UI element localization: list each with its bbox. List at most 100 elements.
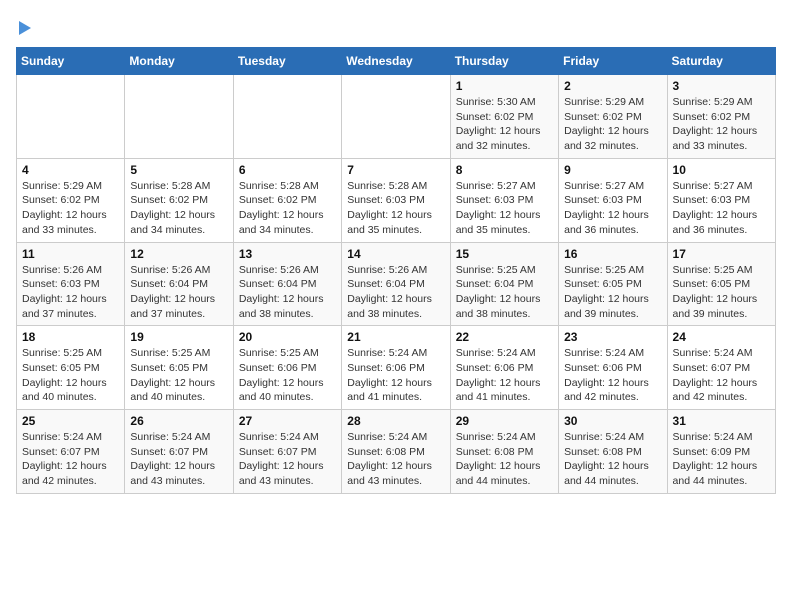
calendar-cell: 7Sunrise: 5:28 AM Sunset: 6:03 PM Daylig… (342, 158, 450, 242)
day-info: Sunrise: 5:26 AM Sunset: 6:04 PM Dayligh… (130, 263, 227, 322)
day-number: 10 (673, 163, 770, 177)
day-number: 25 (22, 414, 119, 428)
calendar-cell: 23 Sunrise: 5:24 AM Sunset: 6:06 PM Dayli… (559, 326, 667, 410)
day-info: Sunrise: 5:25 AM Sunset: 6:06 PM Dayligh… (239, 346, 336, 405)
day-number: 27 (239, 414, 336, 428)
calendar-cell: 12 Sunrise: 5:26 AM Sunset: 6:04 PM Dayli… (125, 242, 233, 326)
calendar-cell: 16 Sunrise: 5:25 AM Sunset: 6:05 PM Dayli… (559, 242, 667, 326)
day-number: 31 (673, 414, 770, 428)
day-info: Sunrise: 5:28 AM Sunset: 6:02 PM Dayligh… (239, 179, 336, 238)
day-info: Sunrise: 5:28 AM Sunset: 6:02 PM Dayligh… (130, 179, 227, 238)
calendar-cell: 19 Sunrise: 5:25 AM Sunset: 6:05 PM Dayli… (125, 326, 233, 410)
day-info: Sunrise: 5:24 AM Sunset: 6:07 PM Dayligh… (239, 430, 336, 489)
calendar-cell: 27 Sunrise: 5:24 AM Sunset: 6:07 PM Dayli… (233, 410, 341, 494)
calendar-cell: 29 Sunrise: 5:24 AM Sunset: 6:08 PM Dayli… (450, 410, 558, 494)
day-number: 3 (673, 79, 770, 93)
calendar-cell: 5 Sunrise: 5:28 AM Sunset: 6:02 PM Daylig… (125, 158, 233, 242)
day-info: Sunrise: 5:26 AM Sunset: 6:04 PM Dayligh… (239, 263, 336, 322)
calendar-cell: 9 Sunrise: 5:27 AM Sunset: 6:03 PM Daylig… (559, 158, 667, 242)
day-number: 23 (564, 330, 661, 344)
day-number: 26 (130, 414, 227, 428)
day-info: Sunrise: 5:24 AM Sunset: 6:07 PM Dayligh… (130, 430, 227, 489)
day-info: Sunrise: 5:26 AM Sunset: 6:03 PM Dayligh… (22, 263, 119, 322)
day-info: Sunrise: 5:25 AM Sunset: 6:05 PM Dayligh… (130, 346, 227, 405)
calendar-cell: 21 Sunrise: 5:24 AM Sunset: 6:06 PM Dayli… (342, 326, 450, 410)
day-number: 7 (347, 163, 444, 177)
day-number: 29 (456, 414, 553, 428)
day-info: Sunrise: 5:25 AM Sunset: 6:05 PM Dayligh… (564, 263, 661, 322)
logo (16, 16, 31, 37)
day-number: 16 (564, 247, 661, 261)
day-info: Sunrise: 5:24 AM Sunset: 6:07 PM Dayligh… (673, 346, 770, 405)
weekday-header-thursday: Thursday (450, 48, 558, 75)
calendar-cell: 25 Sunrise: 5:24 AM Sunset: 6:07 PM Dayli… (17, 410, 125, 494)
calendar-cell: 2 Sunrise: 5:29 AM Sunset: 6:02 PM Daylig… (559, 75, 667, 159)
calendar-cell: 17Sunrise: 5:25 AM Sunset: 6:05 PM Dayli… (667, 242, 775, 326)
day-number: 8 (456, 163, 553, 177)
day-number: 12 (130, 247, 227, 261)
day-number: 2 (564, 79, 661, 93)
calendar-cell (233, 75, 341, 159)
calendar-cell: 11 Sunrise: 5:26 AM Sunset: 6:03 PM Dayli… (17, 242, 125, 326)
day-info: Sunrise: 5:27 AM Sunset: 6:03 PM Dayligh… (456, 179, 553, 238)
calendar-week-row: 4 Sunrise: 5:29 AM Sunset: 6:02 PM Daylig… (17, 158, 776, 242)
calendar-week-row: 18Sunrise: 5:25 AM Sunset: 6:05 PM Dayli… (17, 326, 776, 410)
calendar-cell: 28Sunrise: 5:24 AM Sunset: 6:08 PM Dayli… (342, 410, 450, 494)
day-number: 9 (564, 163, 661, 177)
weekday-header-saturday: Saturday (667, 48, 775, 75)
day-info: Sunrise: 5:27 AM Sunset: 6:03 PM Dayligh… (673, 179, 770, 238)
day-info: Sunrise: 5:24 AM Sunset: 6:06 PM Dayligh… (347, 346, 444, 405)
day-info: Sunrise: 5:24 AM Sunset: 6:09 PM Dayligh… (673, 430, 770, 489)
calendar-cell: 24 Sunrise: 5:24 AM Sunset: 6:07 PM Dayli… (667, 326, 775, 410)
calendar-week-row: 11 Sunrise: 5:26 AM Sunset: 6:03 PM Dayli… (17, 242, 776, 326)
calendar-cell: 15Sunrise: 5:25 AM Sunset: 6:04 PM Dayli… (450, 242, 558, 326)
weekday-header-sunday: Sunday (17, 48, 125, 75)
calendar-cell: 4 Sunrise: 5:29 AM Sunset: 6:02 PM Daylig… (17, 158, 125, 242)
calendar-cell: 10 Sunrise: 5:27 AM Sunset: 6:03 PM Dayli… (667, 158, 775, 242)
calendar-table: SundayMondayTuesdayWednesdayThursdayFrid… (16, 47, 776, 494)
day-info: Sunrise: 5:29 AM Sunset: 6:02 PM Dayligh… (564, 95, 661, 154)
day-info: Sunrise: 5:29 AM Sunset: 6:02 PM Dayligh… (673, 95, 770, 154)
day-info: Sunrise: 5:24 AM Sunset: 6:06 PM Dayligh… (456, 346, 553, 405)
calendar-cell: 3 Sunrise: 5:29 AM Sunset: 6:02 PM Daylig… (667, 75, 775, 159)
day-number: 17 (673, 247, 770, 261)
day-info: Sunrise: 5:24 AM Sunset: 6:08 PM Dayligh… (564, 430, 661, 489)
day-info: Sunrise: 5:25 AM Sunset: 6:05 PM Dayligh… (22, 346, 119, 405)
day-info: Sunrise: 5:24 AM Sunset: 6:06 PM Dayligh… (564, 346, 661, 405)
day-info: Sunrise: 5:30 AM Sunset: 6:02 PM Dayligh… (456, 95, 553, 154)
calendar-cell (17, 75, 125, 159)
day-number: 14 (347, 247, 444, 261)
calendar-cell: 26 Sunrise: 5:24 AM Sunset: 6:07 PM Dayli… (125, 410, 233, 494)
day-number: 28 (347, 414, 444, 428)
calendar-cell: 13 Sunrise: 5:26 AM Sunset: 6:04 PM Dayli… (233, 242, 341, 326)
day-info: Sunrise: 5:27 AM Sunset: 6:03 PM Dayligh… (564, 179, 661, 238)
day-number: 30 (564, 414, 661, 428)
day-number: 22 (456, 330, 553, 344)
calendar-cell: 22 Sunrise: 5:24 AM Sunset: 6:06 PM Dayli… (450, 326, 558, 410)
day-number: 19 (130, 330, 227, 344)
weekday-header-monday: Monday (125, 48, 233, 75)
day-number: 13 (239, 247, 336, 261)
calendar-cell: 14 Sunrise: 5:26 AM Sunset: 6:04 PM Dayli… (342, 242, 450, 326)
calendar-cell (342, 75, 450, 159)
day-number: 21 (347, 330, 444, 344)
page-header (16, 16, 776, 37)
calendar-cell: 1 Sunrise: 5:30 AM Sunset: 6:02 PM Daylig… (450, 75, 558, 159)
weekday-header-tuesday: Tuesday (233, 48, 341, 75)
day-number: 4 (22, 163, 119, 177)
day-info: Sunrise: 5:24 AM Sunset: 6:08 PM Dayligh… (456, 430, 553, 489)
day-info: Sunrise: 5:24 AM Sunset: 6:07 PM Dayligh… (22, 430, 119, 489)
calendar-cell: 8 Sunrise: 5:27 AM Sunset: 6:03 PM Daylig… (450, 158, 558, 242)
day-number: 11 (22, 247, 119, 261)
calendar-cell: 30 Sunrise: 5:24 AM Sunset: 6:08 PM Dayli… (559, 410, 667, 494)
day-number: 20 (239, 330, 336, 344)
calendar-header-row: SundayMondayTuesdayWednesdayThursdayFrid… (17, 48, 776, 75)
calendar-cell: 6Sunrise: 5:28 AM Sunset: 6:02 PM Daylig… (233, 158, 341, 242)
day-info: Sunrise: 5:29 AM Sunset: 6:02 PM Dayligh… (22, 179, 119, 238)
day-number: 5 (130, 163, 227, 177)
day-info: Sunrise: 5:26 AM Sunset: 6:04 PM Dayligh… (347, 263, 444, 322)
calendar-cell: 31 Sunrise: 5:24 AM Sunset: 6:09 PM Dayli… (667, 410, 775, 494)
day-number: 1 (456, 79, 553, 93)
day-number: 24 (673, 330, 770, 344)
calendar-week-row: 1 Sunrise: 5:30 AM Sunset: 6:02 PM Daylig… (17, 75, 776, 159)
